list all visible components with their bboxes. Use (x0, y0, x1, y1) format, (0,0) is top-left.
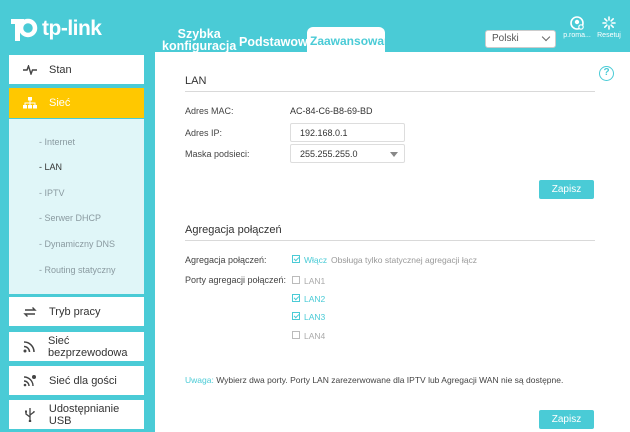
lan-save-button[interactable]: Zapisz (539, 180, 594, 199)
tp-link-logo-icon (11, 18, 38, 41)
divider (185, 240, 595, 241)
aggregation-section-title: Agregacja połączeń (185, 224, 282, 236)
subnet-mask-label: Maska podsieci: (185, 149, 250, 159)
port-lan3-label[interactable]: LAN3 (304, 312, 325, 322)
note-key: Uwaga: (185, 375, 214, 385)
port-lan2-label[interactable]: LAN2 (304, 294, 325, 304)
logo-text: tp-link (42, 17, 102, 40)
sidebar-item-label: Sieć (49, 97, 71, 109)
ip-address-value: 192.168.0.1 (300, 128, 348, 138)
mac-value: AC-84-C6-B8-69-BD (290, 106, 373, 116)
sidebar-item-usb-sharing[interactable]: Udostępnianie USB (9, 400, 144, 429)
sidebar: Stan Sieć - Internet - LAN - IPTV - Serw… (0, 52, 155, 432)
sidebar-item-network[interactable]: Sieć (9, 88, 144, 118)
subnav-dynamic-dns[interactable]: - Dynamiczny DNS (39, 239, 115, 249)
language-select[interactable]: Polski (485, 30, 556, 48)
reset-icon (602, 16, 616, 30)
wifi-icon (23, 340, 36, 354)
lan-section-title: LAN (185, 75, 207, 87)
aggregation-ports-label: Porty agregacji połączeń: (185, 275, 287, 285)
sidebar-item-label: Sieć dla gości (49, 374, 117, 387)
port-lan4-label[interactable]: LAN4 (304, 331, 325, 341)
subnet-mask-select[interactable]: 255.255.255.0 (290, 144, 405, 163)
user-icon (570, 16, 584, 30)
main-content: ? LAN Adres MAC: AC-84-C6-B8-69-BD Adres… (155, 52, 630, 432)
port-lan4-checkbox[interactable] (292, 331, 300, 339)
subnav-lan[interactable]: - LAN (39, 162, 62, 172)
reset-label: Resetuj (597, 32, 621, 39)
sidebar-item-guest-network[interactable]: Sieć dla gości (9, 366, 144, 395)
aggregation-note: Uwaga: Wybierz dwa porty. Porty LAN zare… (185, 375, 563, 385)
aggregation-enable-checkbox[interactable] (292, 255, 300, 263)
usb-icon (23, 407, 37, 422)
tab-advanced[interactable]: Zaawansowane (307, 27, 398, 52)
sidebar-item-label: Sieć bezprzewodowa (48, 334, 128, 359)
user-label: p.roma... (563, 32, 591, 39)
network-icon (23, 96, 37, 110)
sidebar-item-status[interactable]: Stan (9, 55, 144, 84)
swap-icon (23, 305, 37, 319)
ip-address-input[interactable]: 192.168.0.1 (290, 123, 405, 142)
aggregation-enable-hint: Obsługa tylko statycznej agregacji łącz (331, 255, 477, 265)
aggregation-save-button[interactable]: Zapisz (539, 410, 594, 429)
guest-icon (23, 374, 37, 388)
aggregation-enable-label[interactable]: Włącz (304, 255, 327, 265)
sidebar-item-label: Stan (49, 63, 72, 76)
network-subnav: - Internet - LAN - IPTV - Serwer DHCP - … (9, 119, 144, 294)
sidebar-item-label: Udostępnianie USB (48, 402, 120, 427)
tab-basic[interactable]: Podstawowe (239, 36, 315, 49)
sidebar-item-label: Tryb pracy (49, 305, 101, 318)
tab-quick-setup[interactable]: Szybka konfiguracja (162, 28, 237, 53)
reset-button[interactable]: Resetuj (592, 16, 626, 39)
user-button[interactable]: p.roma... (560, 16, 594, 39)
mac-label: Adres MAC: (185, 106, 234, 116)
subnav-dhcp-server[interactable]: - Serwer DHCP (39, 213, 101, 223)
port-lan2-checkbox[interactable] (292, 294, 300, 302)
port-lan1-label[interactable]: LAN1 (304, 276, 325, 286)
top-header: tp-link Szybka konfiguracja Podstawowe Z… (0, 0, 630, 52)
subnav-internet[interactable]: - Internet (39, 137, 75, 147)
tab-quick-setup-line2: konfiguracja (162, 39, 237, 53)
port-lan3-checkbox[interactable] (292, 312, 300, 320)
aggregation-label: Agregacja połączeń: (185, 255, 267, 265)
tp-link-logo[interactable]: tp-link (8, 14, 102, 44)
chevron-down-icon (541, 32, 551, 42)
sidebar-item-operation-mode[interactable]: Tryb pracy (9, 297, 144, 326)
sidebar-item-wireless[interactable]: Sieć bezprzewodowa (9, 332, 144, 361)
port-lan1-checkbox[interactable] (292, 276, 300, 284)
subnet-mask-value: 255.255.255.0 (300, 149, 358, 159)
pulse-icon (23, 63, 37, 77)
note-text: Wybierz dwa porty. Porty LAN zarezerwowa… (213, 375, 564, 385)
language-selected: Polski (492, 33, 519, 44)
chevron-down-icon (390, 152, 398, 157)
help-icon[interactable]: ? (599, 66, 614, 81)
subnav-iptv[interactable]: - IPTV (39, 188, 65, 198)
divider (185, 91, 595, 92)
subnav-static-routing[interactable]: - Routing statyczny (39, 265, 116, 275)
ip-label: Adres IP: (185, 128, 223, 138)
